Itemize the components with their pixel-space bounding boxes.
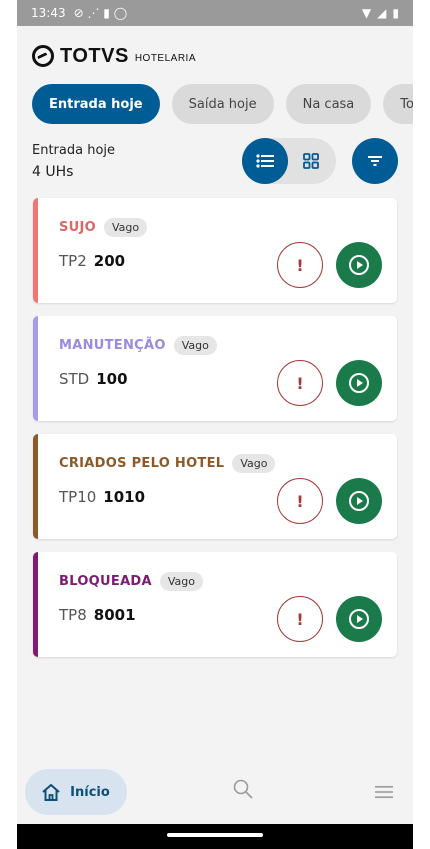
room-status: SUJO xyxy=(59,220,97,235)
room-number: 8001 xyxy=(93,606,136,624)
brand-logo: TOTVS HOTELARIA xyxy=(17,36,413,76)
alert-button[interactable]: ! xyxy=(277,242,323,288)
status-color-bar xyxy=(33,434,38,539)
status-color-bar xyxy=(33,316,38,421)
status-bar: 13:43 ⊘ ⋰ ▮ ◯ ▼ ◢ ▮ xyxy=(17,0,413,26)
notification-icons: ⊘ ⋰ ▮ ◯ xyxy=(73,6,128,20)
exclamation-icon: ! xyxy=(296,491,304,511)
room-card[interactable]: BLOQUEADA Vago TP8 8001 ! xyxy=(33,552,397,657)
room-list: SUJO Vago TP2 200 ! MANUTENÇÃO Vago STD … xyxy=(17,198,413,657)
room-status: BLOQUEADA xyxy=(59,574,152,589)
exclamation-icon: ! xyxy=(296,373,304,393)
start-button[interactable] xyxy=(336,478,382,524)
system-navigation-bar xyxy=(17,824,413,849)
alert-button[interactable]: ! xyxy=(277,478,323,524)
room-type: TP10 xyxy=(59,488,97,506)
nav-menu-button[interactable] xyxy=(375,783,395,802)
room-type: STD xyxy=(59,370,90,388)
nav-home-button[interactable]: Início xyxy=(25,769,127,815)
status-color-bar xyxy=(33,552,38,657)
start-button[interactable] xyxy=(336,242,382,288)
chip-more[interactable]: To xyxy=(383,84,413,124)
brand-product: HOTELARIA xyxy=(134,52,196,64)
wifi-icon: ▼ xyxy=(361,6,372,20)
room-status: CRIADOS PELO HOTEL xyxy=(59,456,225,471)
status-time: 13:43 xyxy=(31,6,66,20)
search-icon xyxy=(233,779,253,799)
start-button[interactable] xyxy=(336,596,382,642)
grid-view-button[interactable] xyxy=(288,138,334,184)
exclamation-icon: ! xyxy=(296,609,304,629)
summary-title: Entrada hoje xyxy=(32,142,116,158)
app-screen: 13:43 ⊘ ⋰ ▮ ◯ ▼ ◢ ▮ TOTVS HOTELARIA Entr… xyxy=(17,0,413,849)
totvs-logo-icon xyxy=(32,45,54,67)
room-number: 1010 xyxy=(103,488,146,506)
filter-chips: Entrada hoje Saída hoje Na casa To xyxy=(17,84,413,124)
alert-button[interactable]: ! xyxy=(277,360,323,406)
room-type: TP8 xyxy=(59,606,87,624)
chip-saida-hoje[interactable]: Saída hoje xyxy=(171,84,274,124)
play-circle-icon xyxy=(349,255,369,275)
occupancy-badge: Vago xyxy=(159,572,204,591)
room-number: 100 xyxy=(96,370,128,388)
battery-icon: ▮ xyxy=(392,6,399,20)
play-circle-icon xyxy=(349,609,369,629)
nav-search-button[interactable] xyxy=(233,779,253,803)
room-card[interactable]: CRIADOS PELO HOTEL Vago TP10 1010 ! xyxy=(33,434,397,539)
brand-name: TOTVS xyxy=(60,44,129,67)
chip-na-casa[interactable]: Na casa xyxy=(285,84,372,124)
list-icon xyxy=(256,154,274,168)
list-view-button[interactable] xyxy=(242,138,288,184)
home-icon xyxy=(42,783,60,801)
nav-home-label: Início xyxy=(70,784,110,800)
summary-count: 4 UHs xyxy=(32,163,74,180)
home-gesture-handle[interactable] xyxy=(167,833,263,837)
room-type: TP2 xyxy=(59,252,87,270)
grid-icon xyxy=(303,153,319,169)
exclamation-icon: ! xyxy=(296,255,304,275)
room-card[interactable]: MANUTENÇÃO Vago STD 100 ! xyxy=(33,316,397,421)
list-summary: Entrada hoje 4 UHs xyxy=(17,138,413,184)
play-circle-icon xyxy=(349,373,369,393)
room-card[interactable]: SUJO Vago TP2 200 ! xyxy=(33,198,397,303)
occupancy-badge: Vago xyxy=(173,336,217,355)
room-number: 200 xyxy=(93,252,126,270)
filter-button[interactable] xyxy=(352,138,398,184)
start-button[interactable] xyxy=(336,360,382,406)
alert-button[interactable]: ! xyxy=(277,596,323,642)
chip-entrada-hoje[interactable]: Entrada hoje xyxy=(32,84,160,124)
view-toggle xyxy=(242,138,336,184)
play-circle-icon xyxy=(349,491,369,511)
room-status: MANUTENÇÃO xyxy=(59,338,166,353)
signal-icon: ◢ xyxy=(377,6,387,20)
occupancy-badge: Vago xyxy=(104,218,148,237)
bottom-navigation: Início xyxy=(17,760,413,824)
status-color-bar xyxy=(33,198,38,303)
menu-icon xyxy=(375,785,393,798)
occupancy-badge: Vago xyxy=(232,454,276,473)
filter-icon xyxy=(368,156,382,166)
